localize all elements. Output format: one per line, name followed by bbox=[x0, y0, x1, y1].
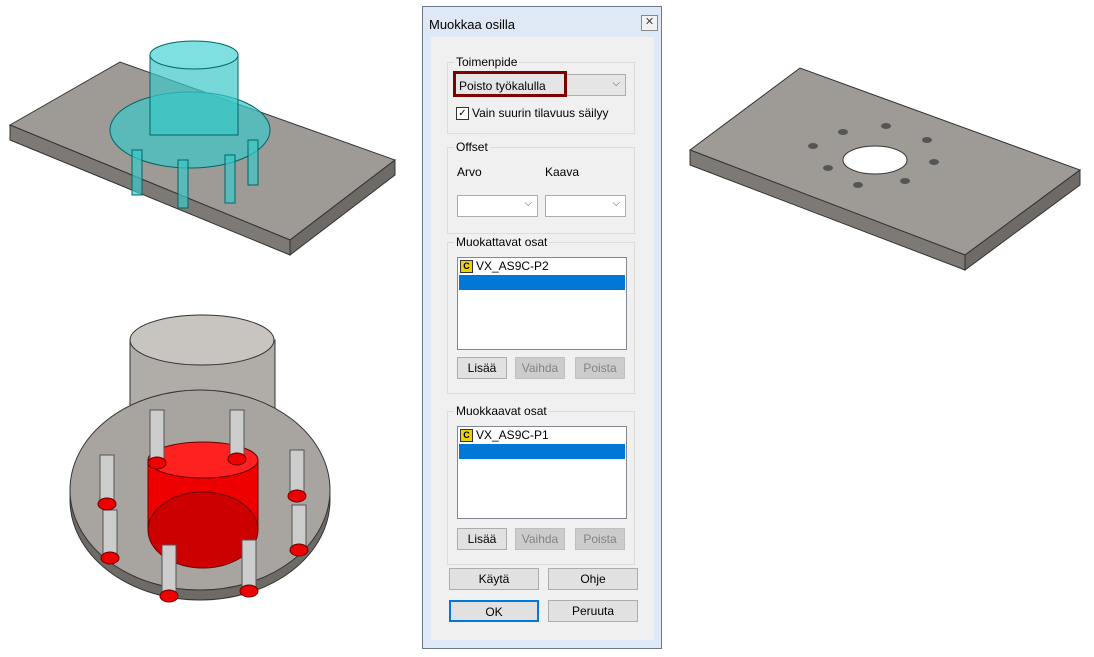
kaava-select[interactable]: ⌵ bbox=[545, 195, 626, 217]
modified-parts-group: Muokattavat osat C VX_AS9C-P2 Lisää Vaihd… bbox=[447, 235, 635, 394]
remove-modifying-button[interactable]: Poista bbox=[575, 528, 625, 550]
selected-empty-item[interactable] bbox=[459, 275, 625, 290]
result-plate-view bbox=[688, 67, 1082, 271]
part-icon: C bbox=[460, 429, 473, 442]
list-item[interactable]: C VX_AS9C-P1 bbox=[458, 427, 626, 444]
operation-select-dropdown[interactable]: ⌵ bbox=[567, 74, 626, 96]
operation-group: Toimenpide Poisto työkalulla ⌵ ✓ Vain su… bbox=[447, 55, 635, 134]
modifying-parts-group: Muokkaavat osat C VX_AS9C-P1 Lisää Vaihda… bbox=[447, 404, 635, 565]
plate-with-transparent-tool-view bbox=[8, 40, 397, 257]
checkbox-checked-icon: ✓ bbox=[456, 106, 469, 120]
help-button[interactable]: Ohje bbox=[548, 568, 638, 590]
chevron-down-icon: ⌵ bbox=[612, 78, 620, 89]
tool-body-view bbox=[69, 314, 331, 603]
ok-button[interactable]: OK bbox=[449, 600, 539, 622]
largest-volume-checkbox[interactable]: ✓ Vain suurin tilavuus säilyy bbox=[456, 106, 609, 120]
offset-group: Offset Arvo Kaava ⌵ ⌵ bbox=[447, 140, 635, 234]
arvo-select[interactable]: ⌵ bbox=[457, 195, 538, 217]
replace-modified-button[interactable]: Vaihda bbox=[515, 357, 565, 379]
apply-button[interactable]: Käytä bbox=[449, 568, 539, 590]
list-item[interactable]: C VX_AS9C-P2 bbox=[458, 258, 626, 275]
close-icon[interactable]: ✕ bbox=[641, 15, 658, 31]
dialog-title: Muokkaa osilla bbox=[429, 17, 515, 32]
cad-views bbox=[8, 40, 397, 603]
muokkaa-osilla-dialog: Muokkaa osilla ✕ Toimenpide Poisto työka… bbox=[422, 6, 662, 649]
cancel-button[interactable]: Peruuta bbox=[548, 600, 638, 622]
remove-modified-button[interactable]: Poista bbox=[575, 357, 625, 379]
operation-select[interactable]: Poisto työkalulla bbox=[453, 71, 567, 97]
replace-modifying-button[interactable]: Vaihda bbox=[515, 528, 565, 550]
modified-parts-list[interactable]: C VX_AS9C-P2 bbox=[457, 257, 627, 350]
selected-empty-item[interactable] bbox=[459, 444, 625, 459]
operation-legend: Toimenpide bbox=[454, 55, 520, 69]
part-icon: C bbox=[460, 260, 473, 273]
add-modifying-button[interactable]: Lisää bbox=[457, 528, 507, 550]
add-modified-button[interactable]: Lisää bbox=[457, 357, 507, 379]
modifying-parts-list[interactable]: C VX_AS9C-P1 bbox=[457, 426, 627, 519]
